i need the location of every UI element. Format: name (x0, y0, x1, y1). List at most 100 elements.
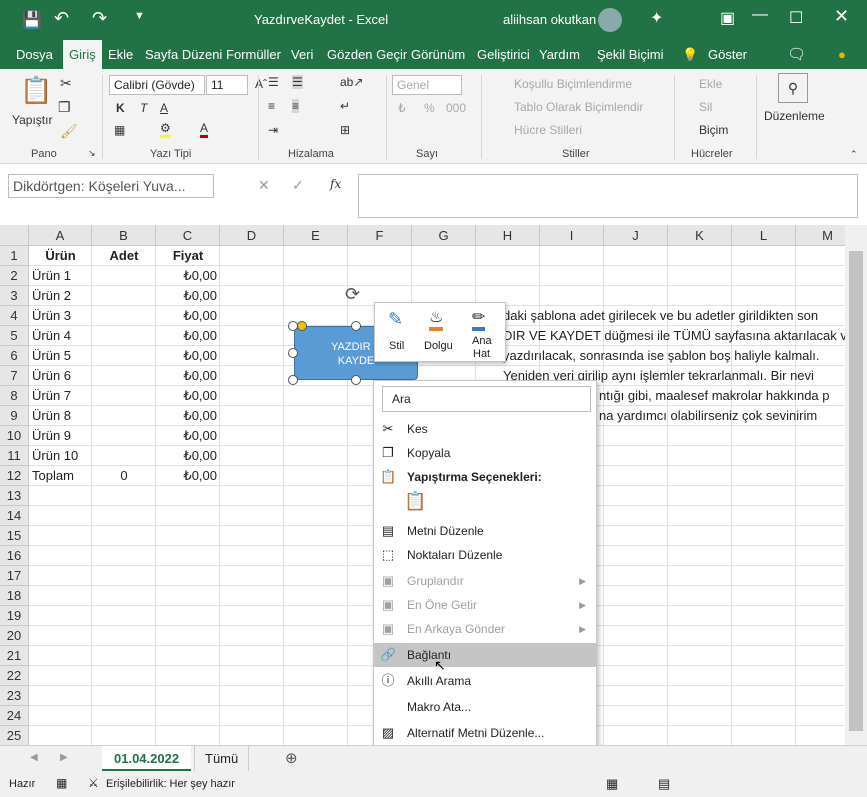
table-cell[interactable]: ₺0,00 (156, 426, 220, 446)
table-cell[interactable]: ₺0,00 (156, 446, 220, 466)
table-cell[interactable]: ₺0,00 (156, 326, 220, 346)
accessibility-status[interactable]: Erişilebilirlik: Her şey hazır (106, 778, 235, 790)
delete-cells-button[interactable]: Sil (699, 100, 712, 114)
format-painter-icon[interactable]: 🖌 (60, 123, 78, 140)
resize-handle[interactable] (351, 375, 361, 385)
formula-input[interactable] (358, 174, 858, 218)
table-cell[interactable]: 0 (92, 466, 156, 486)
column-header[interactable]: A (29, 225, 92, 246)
tab-veri[interactable]: Veri (291, 40, 313, 69)
bold-icon[interactable]: K (116, 101, 125, 115)
row-header[interactable]: 24 (0, 706, 29, 726)
context-menu-item[interactable]: ⓘ Akıllı Arama (374, 669, 596, 693)
paste-option-icon[interactable]: 📋 (404, 491, 426, 512)
macro-record-icon[interactable]: ▦ (56, 776, 67, 790)
row-header[interactable]: 17 (0, 566, 29, 586)
style-icon[interactable]: ✎ (388, 309, 403, 330)
insert-function-icon[interactable]: fx (330, 177, 341, 191)
row-header[interactable]: 6 (0, 346, 29, 366)
table-cell[interactable]: Ürün 4 (29, 326, 92, 346)
tab-ekle[interactable]: Ekle (108, 40, 133, 69)
table-cell[interactable] (92, 426, 156, 446)
table-cell[interactable]: ₺0,00 (156, 346, 220, 366)
search-icon[interactable]: ⚲ (778, 73, 808, 103)
fill-button[interactable]: Dolgu (424, 340, 453, 352)
sheet-scroll-left-icon[interactable]: ◀ (30, 752, 38, 763)
column-header[interactable]: G (412, 225, 476, 246)
outline-icon[interactable]: ✏ (472, 307, 486, 331)
font-size-select[interactable]: 11 (206, 75, 248, 95)
align-center-icon[interactable]: ≡ (292, 99, 300, 113)
context-menu-item[interactable]: ▤ Metni Düzenle (374, 519, 596, 543)
row-header[interactable]: 11 (0, 446, 29, 466)
table-cell[interactable] (92, 266, 156, 286)
row-header[interactable]: 21 (0, 646, 29, 666)
row-header[interactable]: 2 (0, 266, 29, 286)
row-header[interactable]: 10 (0, 426, 29, 446)
context-search-input[interactable]: Ara (382, 386, 591, 412)
context-menu-item[interactable]: 📋 Yapıştırma Seçenekleri: (374, 465, 596, 489)
save-icon[interactable]: 💾 (22, 10, 42, 30)
column-header[interactable]: L (732, 225, 796, 246)
resize-handle[interactable] (288, 348, 298, 358)
row-header[interactable]: 13 (0, 486, 29, 506)
row-header[interactable]: 15 (0, 526, 29, 546)
table-cell[interactable]: ₺0,00 (156, 266, 220, 286)
align-left-icon[interactable]: ≡ (268, 99, 275, 113)
align-top-icon[interactable]: ☰ (268, 75, 279, 89)
sheet-tab-active[interactable]: 01.04.2022 (102, 746, 192, 771)
tab-sayfa-duzeni[interactable]: Sayfa Düzeni (145, 40, 222, 69)
row-header[interactable]: 22 (0, 666, 29, 686)
conditional-formatting-button[interactable]: Koşullu Biçimlendirme (514, 77, 632, 91)
table-cell[interactable]: ₺0,00 (156, 386, 220, 406)
page-layout-icon[interactable]: ▤ (658, 776, 670, 792)
coauthor-icon[interactable]: ✦ (650, 8, 663, 28)
table-cell[interactable]: Toplam (29, 466, 92, 486)
column-header[interactable]: K (668, 225, 732, 246)
underline-icon[interactable]: A (160, 101, 168, 115)
resize-handle[interactable] (351, 321, 361, 331)
add-sheet-icon[interactable]: ⊕ (285, 749, 298, 767)
column-header[interactable]: H (476, 225, 540, 246)
format-cells-button[interactable]: Biçim (699, 123, 728, 137)
italic-icon[interactable]: T (140, 101, 147, 115)
column-header[interactable]: I (540, 225, 604, 246)
avatar[interactable] (598, 8, 622, 32)
paste-icon[interactable]: 📋 (20, 75, 52, 106)
row-header[interactable]: 3 (0, 286, 29, 306)
tab-giris[interactable]: Giriş (63, 40, 102, 69)
maximize-icon[interactable]: ☐ (789, 8, 803, 28)
row-header[interactable]: 9 (0, 406, 29, 426)
number-format-select[interactable]: Genel (392, 75, 462, 95)
comments-icon[interactable]: 🗨 (787, 40, 806, 69)
table-cell[interactable]: Fiyat (156, 246, 220, 266)
ribbon-display-icon[interactable]: ▣ (720, 8, 735, 28)
column-header[interactable]: B (92, 225, 156, 246)
sheet-tab[interactable]: Tümü (194, 746, 250, 771)
tab-gozden-gecir[interactable]: Gözden Geçir (327, 40, 407, 69)
select-all-corner[interactable] (0, 225, 29, 246)
insert-cells-button[interactable]: Ekle (699, 77, 722, 91)
increase-font-icon[interactable]: Aˆ (255, 77, 267, 91)
lightbulb-icon[interactable]: 💡 (682, 40, 698, 69)
table-cell[interactable]: ₺0,00 (156, 286, 220, 306)
context-menu-item[interactable]: ✂ Kes (374, 417, 596, 441)
enter-icon[interactable]: ✓ (292, 177, 304, 194)
row-header[interactable]: 23 (0, 686, 29, 706)
user-name[interactable]: aliihsan okutkan (503, 12, 596, 27)
row-header[interactable]: 1 (0, 246, 29, 266)
font-name-select[interactable]: Calibri (Gövde) (109, 75, 205, 95)
context-menu-item[interactable]: ▣ En Öne Getir ▶ (374, 593, 596, 617)
table-cell[interactable] (92, 446, 156, 466)
table-cell[interactable]: ₺0,00 (156, 306, 220, 326)
table-cell[interactable]: ₺0,00 (156, 466, 220, 486)
align-middle-icon[interactable]: ☰ (292, 75, 303, 89)
style-button[interactable]: Stil (389, 340, 404, 352)
format-as-table-button[interactable]: Tablo Olarak Biçimlendir (514, 100, 643, 114)
cell-styles-button[interactable]: Hücre Stilleri (514, 123, 582, 137)
fill-color-icon[interactable]: ⚙ (160, 121, 171, 138)
borders-icon[interactable]: ▦ (114, 123, 125, 137)
tab-dosya[interactable]: Dosya (16, 40, 53, 69)
table-cell[interactable]: Ürün 10 (29, 446, 92, 466)
tab-gorunum[interactable]: Görünüm (411, 40, 465, 69)
